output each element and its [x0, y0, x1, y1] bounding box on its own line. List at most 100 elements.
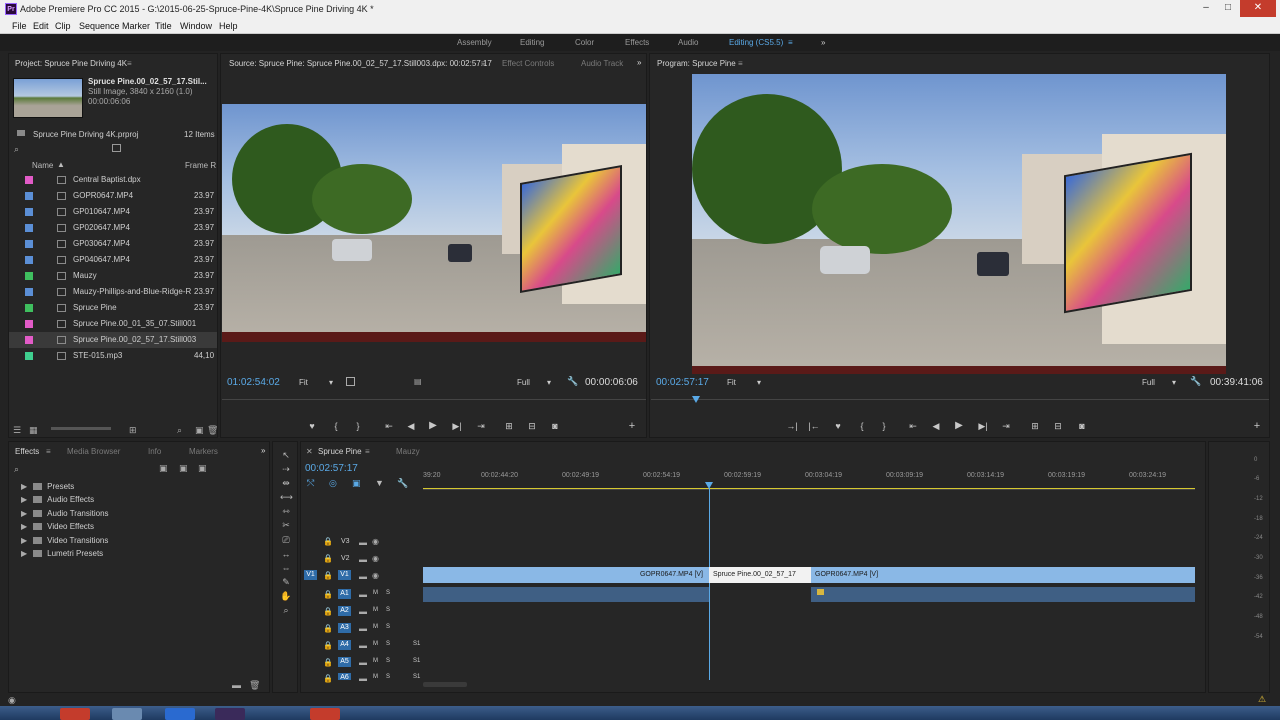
- chevron-down-icon[interactable]: ▾: [757, 378, 761, 387]
- sync-lock-icon[interactable]: ▬: [359, 590, 367, 599]
- sync-lock-icon[interactable]: ▬: [359, 538, 367, 547]
- list-item[interactable]: Mauzy-Phillips-and-Blue-Ridge-R 23.97: [9, 284, 217, 300]
- audio-clip-a1-a[interactable]: [423, 587, 709, 602]
- track-a1[interactable]: A1: [338, 589, 351, 599]
- marker-icon[interactable]: ▼: [375, 478, 384, 488]
- mute-button[interactable]: M: [373, 607, 378, 613]
- step-back-icon[interactable]: ◀: [930, 421, 942, 432]
- add-marker-icon[interactable]: ▣: [352, 478, 361, 489]
- sort-up-icon[interactable]: ▲: [57, 160, 65, 169]
- wrench-icon[interactable]: 🔧: [1190, 376, 1201, 387]
- list-item[interactable]: GP030647.MP4 23.97: [9, 236, 217, 252]
- lock-icon[interactable]: 🔒: [323, 554, 333, 563]
- lock-icon[interactable]: 🔒: [323, 624, 333, 633]
- list-item[interactable]: GOPR0647.MP4 23.97: [9, 188, 217, 204]
- effects-menu-icon[interactable]: ≡: [46, 447, 51, 456]
- go-to-out-icon[interactable]: ⇥: [475, 421, 487, 432]
- list-item[interactable]: GP040647.MP4 23.97: [9, 252, 217, 268]
- media-browser-tab[interactable]: Media Browser: [67, 447, 120, 456]
- program-timecode[interactable]: 00:02:57:17: [656, 377, 709, 388]
- track-v3[interactable]: V3: [341, 538, 350, 545]
- selection-tool-icon[interactable]: ↖: [280, 450, 292, 462]
- info-tab[interactable]: Info: [148, 447, 161, 456]
- chevron-down-icon[interactable]: ▾: [1172, 378, 1176, 387]
- timeline-menu-icon[interactable]: ≡: [365, 447, 370, 456]
- hand-tool-icon[interactable]: ✋: [280, 591, 292, 603]
- program-tab[interactable]: Program: Spruce Pine: [657, 59, 736, 68]
- delete-icon[interactable]: 🗑: [207, 425, 218, 436]
- search-icon[interactable]: ⌕: [14, 144, 19, 155]
- audio-clip-a1-b[interactable]: [811, 587, 1195, 602]
- safe-margins-icon[interactable]: [346, 377, 355, 386]
- list-item-selected[interactable]: Spruce Pine.00_02_57_17.Still003: [9, 332, 217, 348]
- solo-button[interactable]: S: [386, 607, 390, 613]
- project-tab[interactable]: Project: Spruce Pine Driving 4K: [15, 59, 127, 68]
- list-item[interactable]: Spruce Pine.00_01_35_07.Still001: [9, 316, 217, 332]
- zoom-tool-icon[interactable]: ⌕: [280, 605, 292, 617]
- list-item[interactable]: Spruce Pine 23.97: [9, 300, 217, 316]
- eye-icon[interactable]: ◉: [372, 571, 379, 580]
- sync-lock-icon[interactable]: ▬: [359, 624, 367, 633]
- camera-icon[interactable]: ◙: [549, 421, 561, 431]
- sync-lock-icon[interactable]: ▬: [359, 607, 367, 616]
- taskbar-app-icon[interactable]: [60, 708, 90, 720]
- source-tab[interactable]: Source: Spruce Pine: Spruce Pine.00_02_5…: [229, 59, 492, 68]
- mark-in-brace-icon[interactable]: {: [856, 421, 868, 431]
- razor-tool-icon[interactable]: ✂: [280, 520, 292, 532]
- sync-lock-icon[interactable]: ▬: [359, 674, 367, 683]
- go-to-in-icon[interactable]: ⇤: [383, 421, 395, 432]
- source-fit-select[interactable]: Fit: [299, 378, 308, 387]
- effects-folder-lumetri-presets[interactable]: ▶ Lumetri Presets: [21, 549, 103, 558]
- new-item-icon[interactable]: ▣: [195, 425, 204, 436]
- wrench-icon[interactable]: 🔧: [567, 376, 578, 387]
- chevron-down-icon[interactable]: ▾: [547, 378, 551, 387]
- mute-button[interactable]: M: [373, 590, 378, 596]
- menu-sequence[interactable]: Sequence: [79, 21, 120, 31]
- audio-track-tab[interactable]: Audio Track: [581, 59, 623, 68]
- solo-button[interactable]: S: [386, 590, 390, 596]
- track-a6[interactable]: A6: [338, 673, 351, 681]
- clip-gopr0647-v1-a[interactable]: GOPR0647.MP4 [V]: [423, 567, 709, 583]
- accelerated-effects-icon[interactable]: ▣: [159, 463, 168, 474]
- track-a3[interactable]: A3: [338, 623, 351, 633]
- effects-folder-video-effects[interactable]: ▶ Video Effects: [21, 522, 94, 531]
- effects-folder-video-transitions[interactable]: ▶ Video Transitions: [21, 536, 108, 545]
- source-video-frame[interactable]: [222, 104, 646, 342]
- taskbar-app-icon[interactable]: [215, 708, 245, 720]
- new-bin-icon[interactable]: ▬: [232, 680, 241, 690]
- list-view-icon[interactable]: ☰: [13, 425, 21, 436]
- add-button-icon[interactable]: +: [626, 420, 638, 432]
- timeline-tab[interactable]: Spruce Pine: [318, 447, 362, 456]
- menu-edit[interactable]: Edit: [33, 21, 49, 31]
- list-item[interactable]: Mauzy 23.97: [9, 268, 217, 284]
- overflow-icon[interactable]: »: [261, 446, 265, 455]
- mark-out-icon[interactable]: |←: [808, 421, 820, 431]
- automate-icon[interactable]: ⊞: [129, 425, 137, 436]
- chevron-down-icon[interactable]: ▾: [329, 378, 333, 387]
- search-icon[interactable]: ⌕: [14, 464, 19, 475]
- menu-marker[interactable]: Marker: [122, 21, 150, 31]
- lock-icon[interactable]: 🔒: [323, 674, 333, 683]
- go-to-out-icon[interactable]: ⇥: [1000, 421, 1012, 432]
- effect-controls-tab[interactable]: Effect Controls: [502, 59, 554, 68]
- eye-icon[interactable]: ◉: [372, 537, 379, 546]
- menu-help[interactable]: Help: [219, 21, 238, 31]
- timeline-scrollbar[interactable]: [423, 682, 467, 687]
- delete-icon[interactable]: 🗑: [249, 680, 260, 691]
- effects-folder-audio-effects[interactable]: ▶ Audio Effects: [21, 495, 94, 504]
- lock-icon[interactable]: 🔒: [323, 641, 333, 650]
- minimize-icon[interactable]: –: [1196, 0, 1216, 17]
- add-marker-icon[interactable]: ♥: [832, 421, 844, 431]
- clip-gopr0647-v1-b[interactable]: GOPR0647.MP4 [V]: [811, 567, 1195, 583]
- sync-lock-icon[interactable]: ▬: [359, 555, 367, 564]
- insert-icon[interactable]: ⊞: [503, 421, 515, 432]
- workspace-color[interactable]: Color: [575, 38, 594, 47]
- workspace-editing-cs55[interactable]: Editing (CS5.5): [729, 38, 783, 47]
- list-item[interactable]: STE-015.mp3 44,10: [9, 348, 217, 364]
- menu-clip[interactable]: Clip: [55, 21, 71, 31]
- solo-button[interactable]: S: [386, 624, 390, 630]
- icon-view-icon[interactable]: ▦: [29, 425, 38, 436]
- overflow-icon[interactable]: »: [637, 58, 641, 67]
- menu-file[interactable]: File: [12, 21, 27, 31]
- mute-button[interactable]: M: [373, 658, 378, 664]
